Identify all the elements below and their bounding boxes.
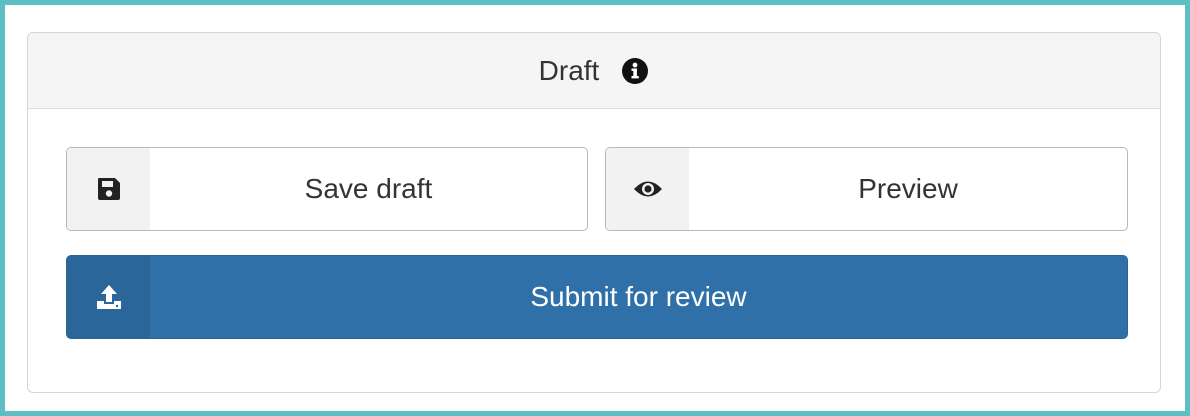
submit-for-review-label: Submit for review (530, 281, 747, 312)
draft-panel: Draft Save draft Preview Submit for revi… (27, 32, 1161, 393)
preview-label: Preview (858, 173, 958, 204)
preview-button[interactable]: Preview (605, 147, 1128, 231)
floppy-disk-icon (67, 148, 150, 230)
panel-heading: Draft (28, 33, 1160, 109)
info-circle-icon[interactable] (621, 57, 649, 85)
submit-for-review-button[interactable]: Submit for review (66, 255, 1128, 339)
upload-icon (67, 256, 150, 338)
screenshot-frame: Draft Save draft Preview Submit for revi… (0, 0, 1190, 416)
save-draft-label: Save draft (304, 173, 433, 204)
eye-icon (606, 148, 689, 230)
save-draft-button[interactable]: Save draft (66, 147, 588, 231)
panel-title: Draft (538, 54, 600, 86)
